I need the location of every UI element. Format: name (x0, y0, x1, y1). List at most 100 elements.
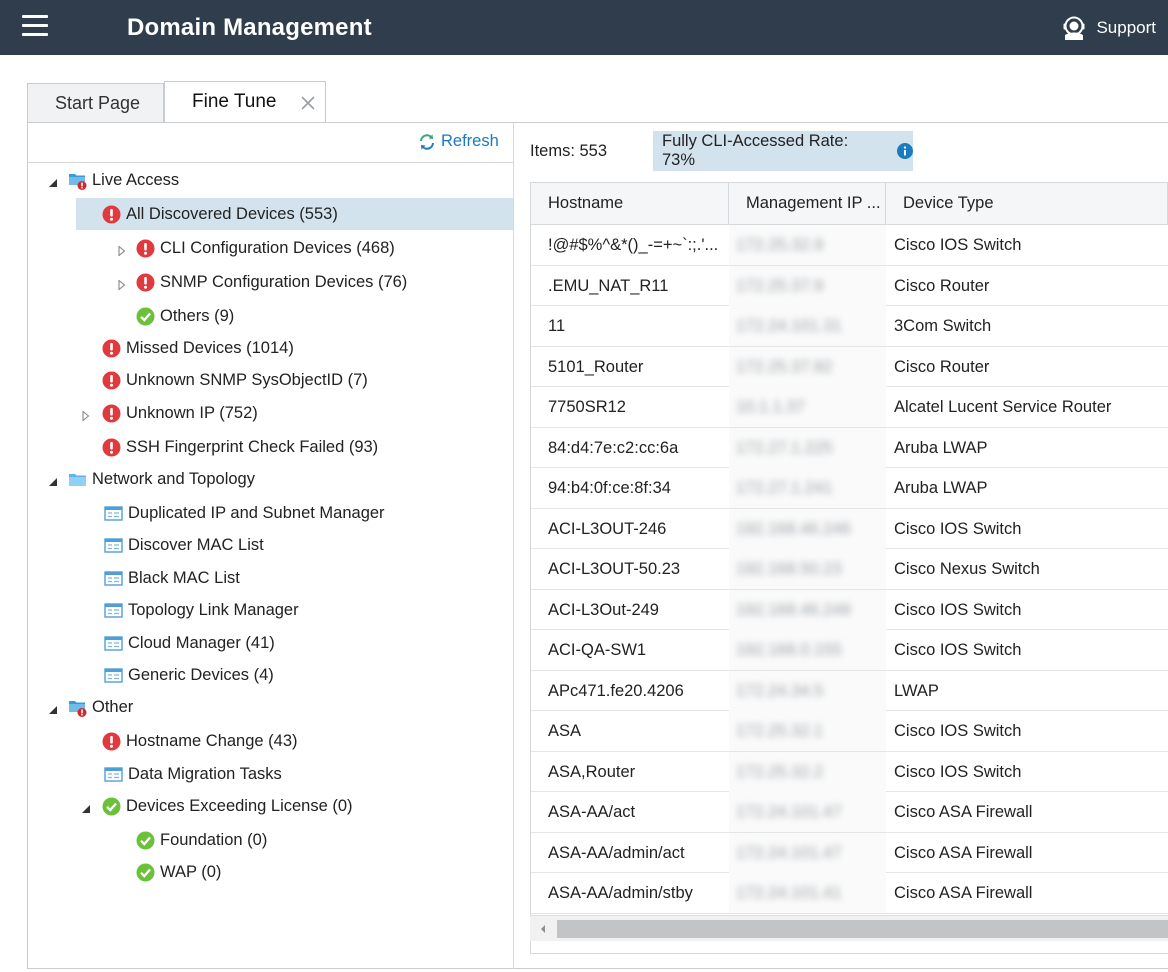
table-row[interactable]: ACI-L3OUT-50.23 192.168.50.23 Cisco Nexus … (531, 549, 1168, 590)
error-icon (136, 239, 155, 258)
tree-item-missed-devices[interactable]: Missed Devices (1014) (102, 332, 294, 364)
support-button[interactable]: Support (1061, 15, 1156, 41)
refresh-button[interactable]: Refresh (418, 132, 499, 151)
table-row[interactable]: !@#$%^&*()_-=+~`:;.'... 172.25.32.9 Cisco … (531, 225, 1168, 266)
tree-item-ssh-fingerprint-check-failed[interactable]: SSH Fingerprint Check Failed (93) (102, 431, 378, 463)
error-icon (102, 438, 121, 457)
top-header: Domain Management Support (0, 0, 1168, 55)
tree-item-label: Generic Devices (4) (128, 665, 274, 684)
tree-item-unknown-snmp-sysobjectid[interactable]: Unknown SNMP SysObjectID (7) (102, 364, 368, 396)
table-row[interactable]: ACI-L3OUT-246 192.168.46.246 Cisco IOS Swi… (531, 508, 1168, 549)
tree-item-wap[interactable]: WAP (0) (136, 856, 221, 888)
management-ip-cell: 192.168.0.155 (736, 641, 842, 659)
tab-start-page[interactable]: Start Page (27, 83, 164, 122)
tree-item-topology-link-manager[interactable]: Topology Link Manager (104, 594, 299, 626)
management-ip-cell: 172.27.1.241 (736, 479, 833, 497)
refresh-icon (420, 133, 434, 150)
management-ip-cell: 10.1.1.37 (736, 398, 805, 416)
table-row[interactable]: ASA-AA/act 172.24.101.47 Cisco ASA Firewal… (531, 792, 1168, 833)
tree-item-live-access[interactable]: Live Access (68, 164, 179, 196)
management-ip-cell: 192.168.46.246 (736, 519, 851, 538)
hostname-cell: ACI-L3OUT-246 (548, 519, 667, 538)
tree-item-duplicated-ip-and-subnet-manager[interactable]: Duplicated IP and Subnet Manager (104, 497, 385, 529)
tree-item-label: Unknown SNMP SysObjectID (7) (126, 370, 368, 389)
tree-item-discover-mac-list[interactable]: Discover MAC List (104, 529, 264, 561)
tree-item-label: Other (92, 697, 134, 716)
table-row[interactable]: ASA-AA/admin/act 172.24.101.47 Cisco ASA F… (531, 832, 1168, 873)
table-row[interactable]: .EMU_NAT_R11 172.25.37.9 Cisco Router (531, 265, 1168, 306)
table-row[interactable]: ASA,Router 172.25.32.2 Cisco IOS Switch (531, 751, 1168, 792)
tree-item-cli-configuration-devices[interactable]: CLI Configuration Devices (468) (136, 232, 395, 264)
expand-arrow-icon[interactable] (117, 243, 127, 257)
tree-item-label: WAP (0) (160, 862, 222, 881)
support-label: Support (1096, 18, 1156, 37)
tree-item-generic-devices[interactable]: Generic Devices (4) (104, 659, 274, 691)
error-icon (102, 732, 121, 751)
items-count: Items: 553 (530, 142, 608, 160)
caret-left-icon (541, 925, 545, 933)
menu-icon[interactable] (22, 15, 48, 39)
tree-item-label: Topology Link Manager (128, 600, 299, 619)
table-row[interactable]: 11 172.24.101.31 3Com Switch (531, 306, 1168, 347)
table-icon (104, 601, 123, 620)
collapse-arrow-icon[interactable] (48, 702, 58, 714)
tree-item-hostname-change[interactable]: Hostname Change (43) (102, 725, 298, 757)
column-management-ip[interactable]: Management IP ... (729, 183, 886, 224)
device-type-cell: Cisco ASA Firewall (894, 803, 1033, 821)
scroll-left-button[interactable] (530, 916, 556, 942)
table-icon (104, 765, 123, 784)
tree-item-others[interactable]: Others (9) (136, 300, 234, 332)
column-hostname[interactable]: Hostname (531, 183, 729, 224)
hostname-cell: ACI-QA-SW1 (548, 641, 647, 659)
tree-item-unknown-ip[interactable]: Unknown IP (752) (102, 397, 258, 429)
tree-item-snmp-configuration-devices[interactable]: SNMP Configuration Devices (76) (136, 266, 407, 298)
tree-item-other[interactable]: Other (68, 691, 133, 723)
column-device-type[interactable]: Device Type (886, 183, 1168, 224)
table-row[interactable]: ASA 172.25.32.1 Cisco IOS Switch (531, 711, 1168, 752)
tree-item-cloud-manager[interactable]: Cloud Manager (41) (104, 627, 275, 659)
tree-item-data-migration-tasks[interactable]: Data Migration Tasks (104, 758, 282, 790)
tree-item-label: Duplicated IP and Subnet Manager (128, 503, 385, 522)
device-type-cell: Cisco Router (894, 276, 990, 295)
tree-item-all-discovered-devices[interactable]: All Discovered Devices (553) (76, 198, 513, 230)
hostname-cell: APc471.fe20.4206 (548, 681, 684, 700)
horizontal-scrollbar[interactable] (530, 915, 1168, 941)
tab-fine-tune[interactable]: Fine Tune (164, 81, 326, 123)
scrollbar-thumb[interactable] (557, 920, 1168, 938)
table-icon (104, 504, 123, 523)
info-icon[interactable] (897, 143, 913, 159)
tree-item-devices-exceeding-license[interactable]: Devices Exceeding License (0) (102, 790, 353, 822)
tree-item-foundation[interactable]: Foundation (0) (136, 824, 267, 856)
hostname-cell: ASA-AA/act (548, 803, 636, 821)
table-row[interactable]: ACI-L3Out-249 192.168.46.249 Cisco IOS Swi… (531, 589, 1168, 630)
close-icon[interactable] (301, 96, 315, 110)
collapse-arrow-icon[interactable] (48, 474, 58, 486)
collapse-arrow-icon[interactable] (81, 801, 91, 813)
table-row[interactable]: APc471.fe20.4206 172.24.34.5 LWAP (531, 670, 1168, 711)
expand-arrow-icon[interactable] (81, 408, 91, 422)
tree-item-label: Live Access (92, 170, 180, 189)
table-row[interactable]: 94:b4:0f:ce:8f:34 172.27.1.241 Aruba LWAP (531, 468, 1168, 509)
table-icon (104, 569, 123, 588)
collapse-arrow-icon[interactable] (48, 175, 58, 187)
device-type-cell: 3Com Switch (894, 317, 992, 335)
folder-alert-icon (68, 171, 87, 190)
management-ip-cell: 192.168.46.249 (736, 600, 851, 619)
folder-alert-icon (68, 698, 87, 717)
tree-item-black-mac-list[interactable]: Black MAC List (104, 562, 240, 594)
table-row[interactable]: ACI-QA-SW1 192.168.0.155 Cisco IOS Switch (531, 630, 1168, 671)
tree-item-network-and-topology[interactable]: Network and Topology (68, 463, 255, 495)
hostname-cell: 11 (548, 317, 566, 335)
table-row[interactable]: ASA-AA/admin/stby 172.24.101.41 Cisco ASA … (531, 873, 1168, 914)
management-ip-cell: 172.24.101.47 (736, 843, 842, 862)
expand-arrow-icon[interactable] (117, 277, 127, 291)
table-row[interactable]: 5101_Router 172.25.37.82 Cisco Router (531, 346, 1168, 387)
ok-icon (102, 797, 121, 816)
table-row[interactable]: 7750SR12 10.1.1.37 Alcatel Lucent Service … (531, 387, 1168, 428)
hostname-cell: ASA (548, 722, 582, 740)
device-type-cell: Cisco ASA Firewall (894, 843, 1033, 862)
refresh-label: Refresh (441, 132, 499, 150)
device-type-cell: Cisco ASA Firewall (894, 884, 1033, 902)
table-row[interactable]: 84:d4:7e:c2:cc:6a 172.27.1.225 Aruba LWAP (531, 427, 1168, 468)
management-ip-cell: 172.24.101.31 (736, 317, 842, 335)
